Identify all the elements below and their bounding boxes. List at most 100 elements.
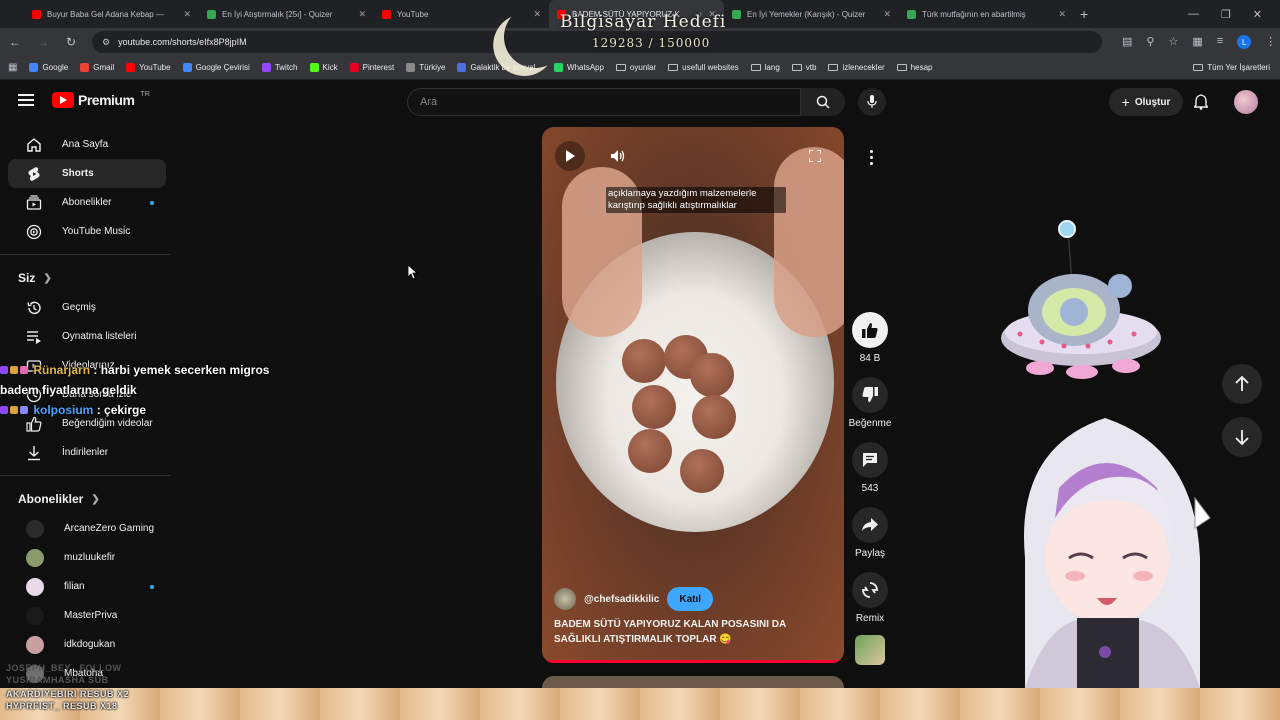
youtube-premium-logo[interactable]: Premium TR [52,90,150,108]
bookmark-item[interactable]: Kick [309,63,338,72]
like-button[interactable] [852,312,888,348]
install-app-icon[interactable]: ▤ [1122,35,1132,49]
more-dot [869,155,873,159]
short-video-player[interactable]: açıklamaya yazdığım malzemelerle karıştı… [542,127,844,663]
comments-button[interactable] [852,442,888,478]
join-button[interactable]: Katıl [667,587,714,611]
sidebar-item[interactable]: Ana Sayfa [8,130,166,159]
chat-badge-icon [0,366,8,374]
extensions-icon[interactable]: ▦ [1192,35,1202,49]
youtube-masthead: Premium TR Ara + Oluştur [0,80,1280,124]
all-bookmarks-folder[interactable]: Tüm Yer İşaretleri [1193,63,1270,72]
close-window-icon[interactable]: ✕ [1253,8,1262,21]
channel-handle[interactable]: @chefsadikkilic [584,594,659,605]
search-input[interactable]: Ara [407,88,801,116]
fullscreen-button[interactable] [800,141,830,171]
tab-close-icon[interactable]: ✕ [358,9,366,20]
create-label: Oluştur [1134,96,1171,108]
video-progress-bar[interactable] [542,660,844,663]
sidebar-item[interactable]: Abonelikler [8,188,166,217]
more-dot [869,149,873,153]
dislike-button[interactable] [852,377,888,413]
sound-thumbnail[interactable] [855,635,885,665]
you-section-title[interactable]: Siz ❯ [0,263,170,293]
bookmark-item[interactable]: Google [29,63,68,72]
play-button[interactable] [555,141,585,171]
next-short-preview[interactable] [542,676,844,688]
short-title[interactable]: BADEM SÜTÜ YAPIYORUZ KALAN POSASINI DA S… [554,617,834,647]
subscriptions-section-title[interactable]: Abonelikler ❯ [0,484,170,514]
previous-short-button[interactable] [1222,364,1262,404]
sidebar-item[interactable]: muzluukefir [8,543,166,572]
profile-avatar[interactable]: L [1237,35,1252,49]
sidebar-item[interactable]: MasterPriva [8,601,166,630]
bookmark-item[interactable]: Türkiye [406,63,445,72]
comment-icon [863,453,877,467]
url-text: youtube.com/shorts/eIfx8P8jpIM [118,37,247,47]
bookmark-item[interactable]: Twitch [261,63,298,72]
window-controls: — ❐ ✕ [1188,0,1280,28]
chat-badge-icon [20,366,28,374]
alert-line: HYPRFIST_ RESUB X18 [6,701,118,711]
notifications-button[interactable] [1193,94,1209,115]
bookmark-item[interactable]: izlenecekler [828,63,885,72]
bookmark-item[interactable]: vtb [791,63,816,72]
new-tab-button[interactable]: + [1080,6,1088,22]
browser-tab[interactable]: En İyi Atıştırmalık [25ı] - Quizer ✕ [199,0,374,28]
reading-list-icon[interactable]: ≡ [1217,35,1223,49]
bookmark-item[interactable]: lang [750,63,780,72]
browser-tab[interactable]: Buyur Baba Gel Adana Kebap — ✕ [24,0,199,28]
bookmark-star-icon[interactable]: ☆ [1168,35,1178,49]
sidebar-item[interactable]: YouTube Music [8,217,166,246]
menu-icon[interactable] [18,94,34,106]
bookmark-item[interactable]: Gmail [80,63,114,72]
bookmark-item[interactable]: oyunlar [615,63,656,72]
create-button[interactable]: + Oluştur [1109,88,1183,116]
forward-icon[interactable]: → [36,35,50,49]
account-avatar[interactable] [1234,90,1258,114]
channel-avatar[interactable] [554,588,576,610]
zoom-icon[interactable]: ⚲ [1146,35,1154,49]
region-code: TR [140,90,150,98]
tab-title: Buyur Baba Gel Adana Kebap — [47,9,164,19]
apps-grid-icon[interactable]: ▦ [8,62,17,73]
tab-close-icon[interactable]: ✕ [1058,9,1066,20]
comment-count: 543 [861,483,879,494]
share-button[interactable] [852,507,888,543]
remix-button[interactable] [852,572,888,608]
sidebar-divider [0,254,170,255]
volume-button[interactable] [603,141,633,171]
sidebar-item[interactable]: filian [8,572,166,601]
chrome-menu-icon[interactable]: ⋮ [1265,35,1276,49]
bookmark-item[interactable]: hesap [896,63,933,72]
sidebar-item[interactable]: İndirilenler [8,438,166,467]
folder-icon [750,64,761,71]
bookmark-item[interactable]: WhatsApp [554,63,604,72]
bookmark-item[interactable]: Pinterest [349,63,394,72]
sidebar-item[interactable]: Geçmiş [8,293,166,322]
folder-icon [828,64,839,71]
browser-tab[interactable]: En İyi Yemekler (Karışık) - Quizer ✕ [724,0,899,28]
bookmark-item[interactable]: usefull websites [668,63,739,72]
restore-icon[interactable]: ❐ [1221,8,1231,21]
browser-tab[interactable]: Türk mutfağının en abartilmiş ✕ [899,0,1074,28]
sidebar-item[interactable]: ArcaneZero Gaming [8,514,166,543]
reload-icon[interactable]: ↻ [64,35,78,49]
back-icon[interactable]: ← [8,35,22,49]
bookmark-item[interactable]: YouTube [126,63,171,72]
more-options-button[interactable] [857,143,885,171]
you-section-label: Siz [18,271,36,285]
tab-close-icon[interactable]: ✕ [183,9,191,20]
bookmark-label: Google [42,63,69,72]
voice-search-button[interactable] [858,88,886,116]
site-info-icon[interactable]: ⚙ [102,37,110,48]
sidebar-item[interactable]: idkdogukan [8,630,166,659]
sidebar-item[interactable]: Oynatma listeleri [8,322,166,351]
search-button[interactable] [801,88,845,116]
minimize-icon[interactable]: — [1188,8,1199,20]
bookmark-item[interactable]: Google Çevirisi [182,63,250,72]
channel-avatar [26,519,44,538]
tab-close-icon[interactable]: ✕ [883,9,891,20]
sidebar-item[interactable]: Shorts [8,159,166,188]
folder-icon [896,64,907,71]
